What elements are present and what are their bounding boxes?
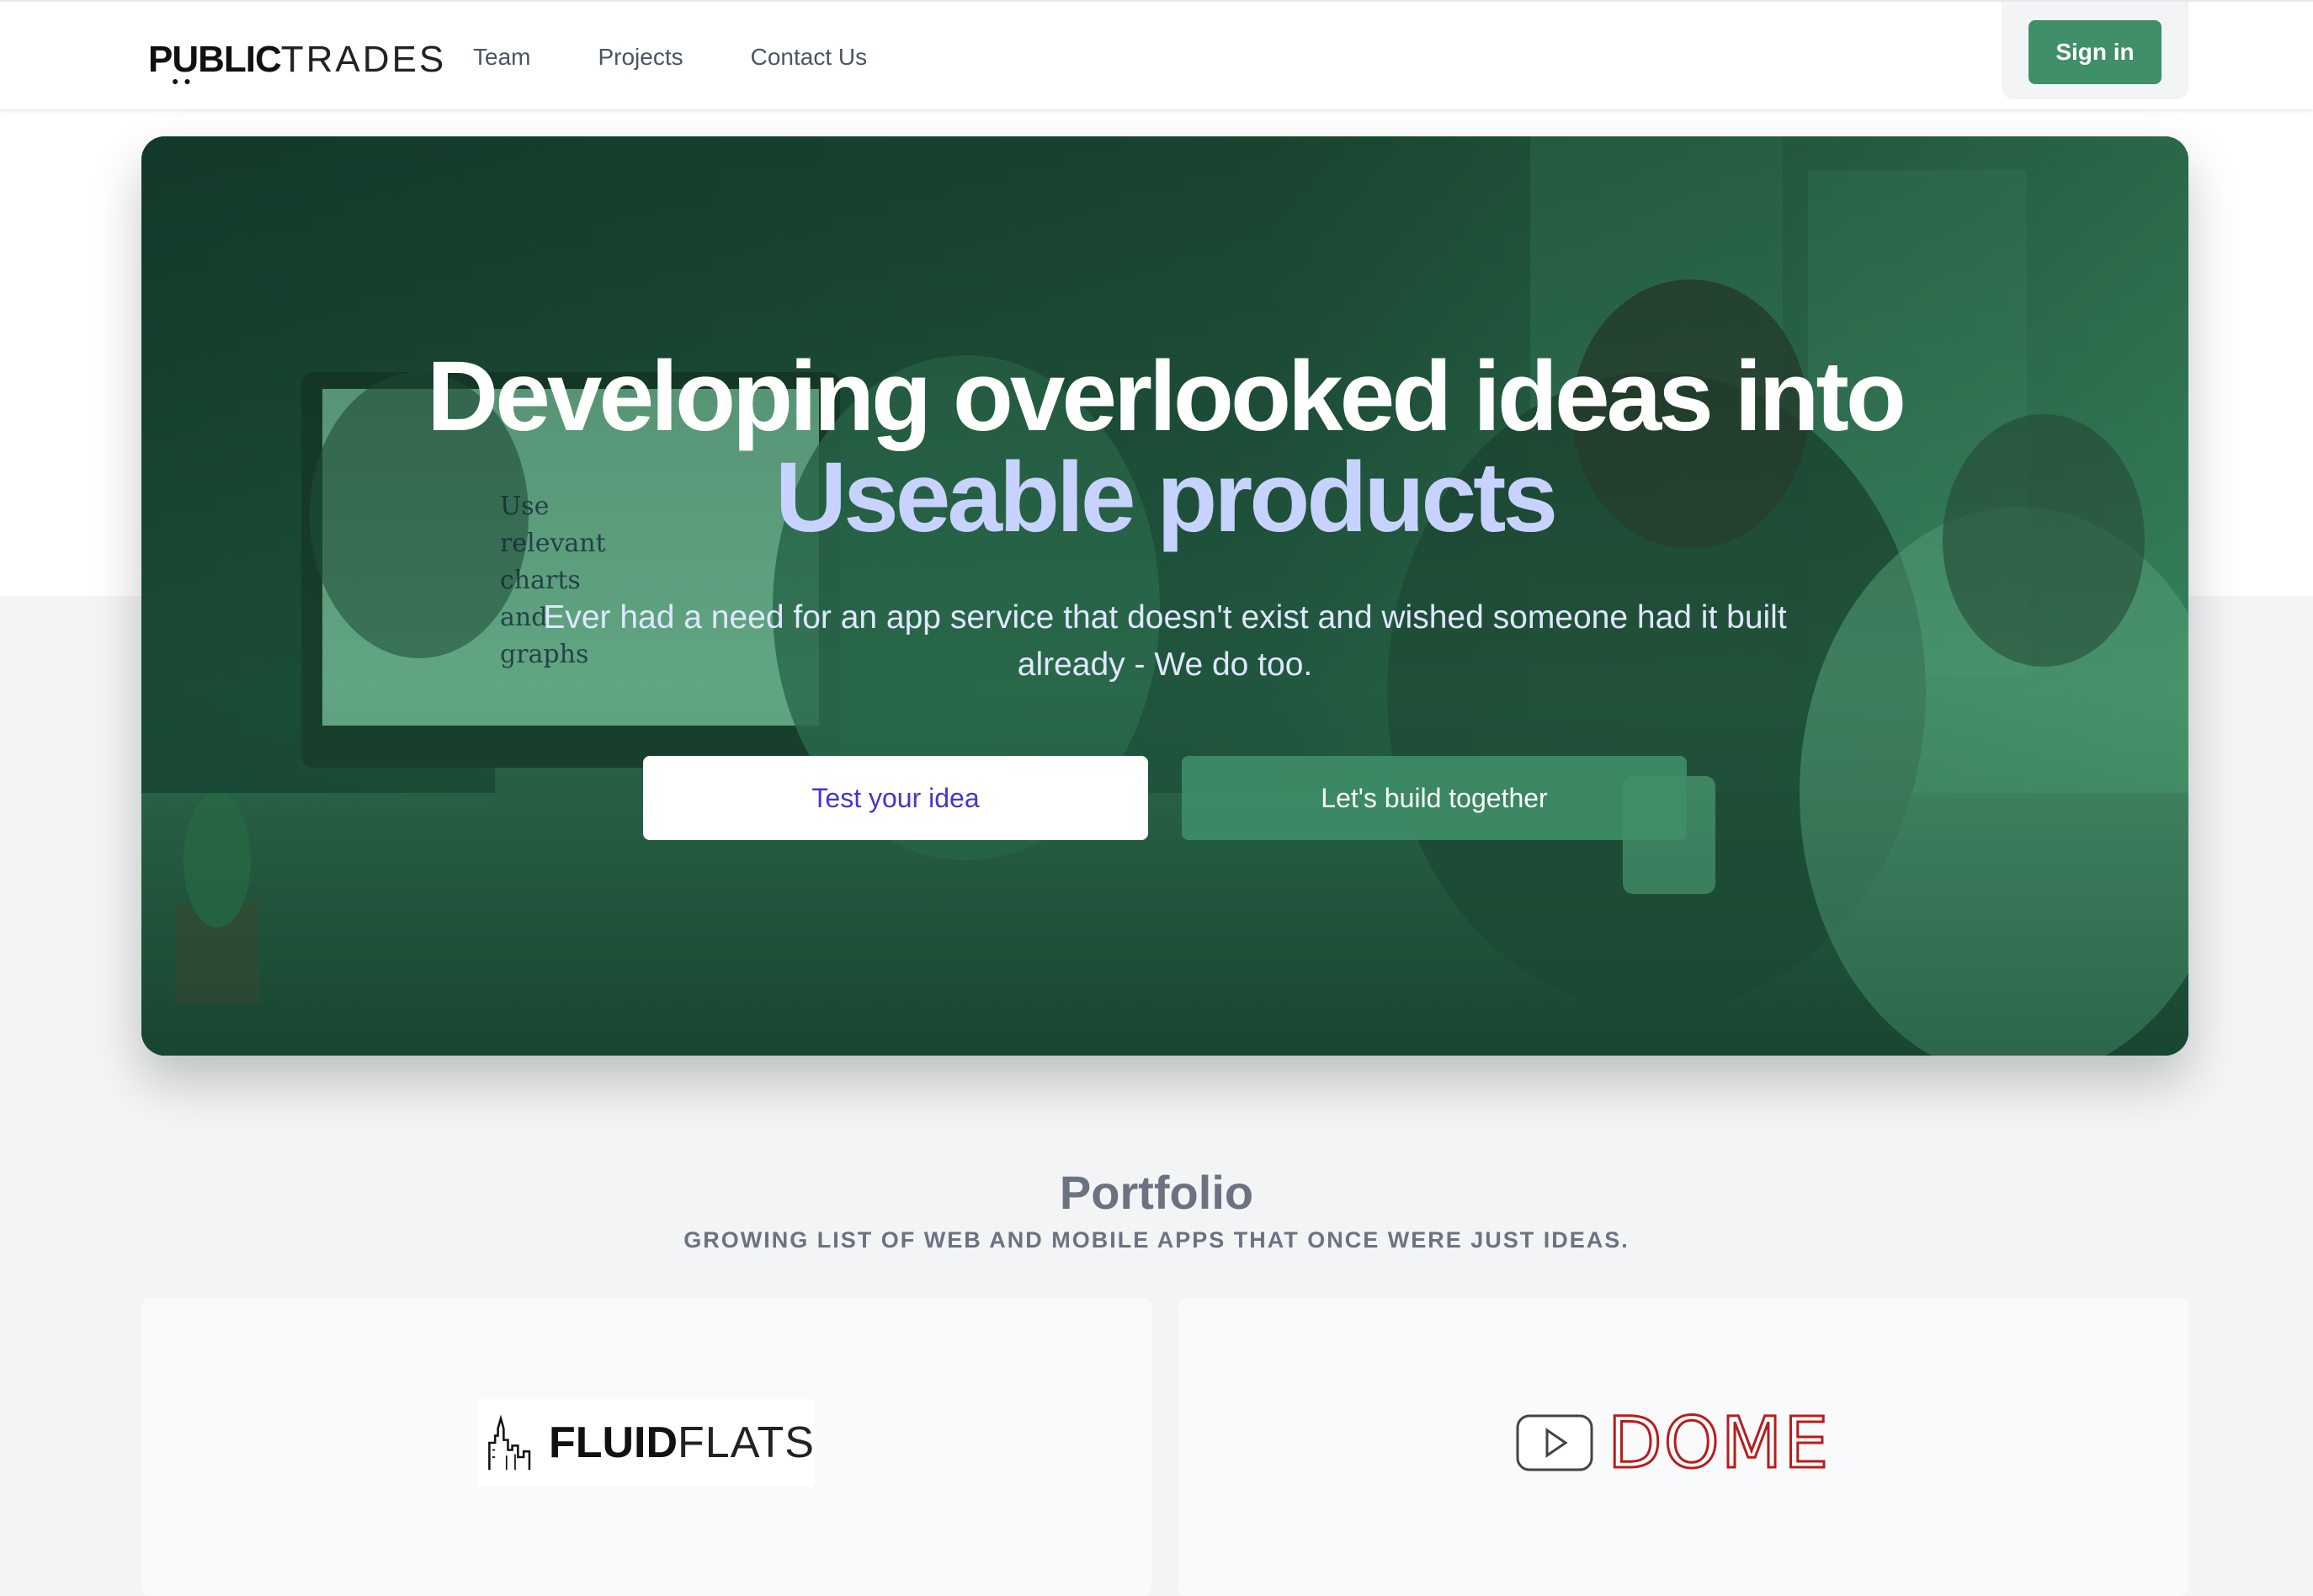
skyline-icon — [488, 1414, 531, 1471]
logo-text-bold: PUBLIC — [148, 39, 282, 80]
nav-link-contact-us[interactable]: Contact Us — [751, 44, 868, 71]
fluidflats-logo-bold: FLUID — [548, 1418, 678, 1467]
portfolio-title: Portfolio — [1059, 1166, 1254, 1219]
dome-logo-text: DOME — [1606, 1401, 1831, 1486]
main-nav: Team Projects Contact Us — [473, 44, 934, 71]
test-your-idea-button[interactable]: Test your idea — [643, 756, 1148, 840]
lets-build-together-button[interactable]: Let's build together — [1182, 756, 1687, 840]
fluidflats-logo: FLUID FLATS — [478, 1399, 815, 1487]
project-card-dome[interactable]: DOME — [1178, 1298, 2188, 1596]
signin-container: Sign in — [2002, 2, 2188, 99]
hero-title: Developing overlooked ideas into — [427, 341, 1906, 452]
logo-text-thin: TRADES — [280, 39, 447, 80]
publictrades-logo[interactable]: PUBLIC TRADES ● ● — [148, 34, 447, 88]
dome-logo: DOME — [1515, 1399, 1852, 1487]
cart-wheels-icon: ● ● — [172, 74, 192, 88]
top-navbar: PUBLIC TRADES ● ● Team Projects Contact U… — [0, 0, 2313, 109]
nav-link-projects[interactable]: Projects — [598, 44, 683, 71]
nav-link-team[interactable]: Team — [473, 44, 530, 71]
fluidflats-logo-thin: FLATS — [678, 1418, 815, 1467]
play-button-icon — [1516, 1414, 1593, 1471]
portfolio-subtitle: GROWING LIST OF WEB AND MOBILE APPS THAT… — [683, 1227, 1630, 1253]
hero-subtitle: Ever had a need for an app service that … — [543, 599, 1787, 683]
hero-title-highlight: Useable products — [774, 442, 1558, 553]
project-card-fluidflats[interactable]: FLUID FLATS — [141, 1298, 1151, 1596]
sign-in-button[interactable]: Sign in — [2029, 20, 2161, 84]
hero-banner: Use relevant charts and graphs Developin… — [141, 136, 2188, 1056]
